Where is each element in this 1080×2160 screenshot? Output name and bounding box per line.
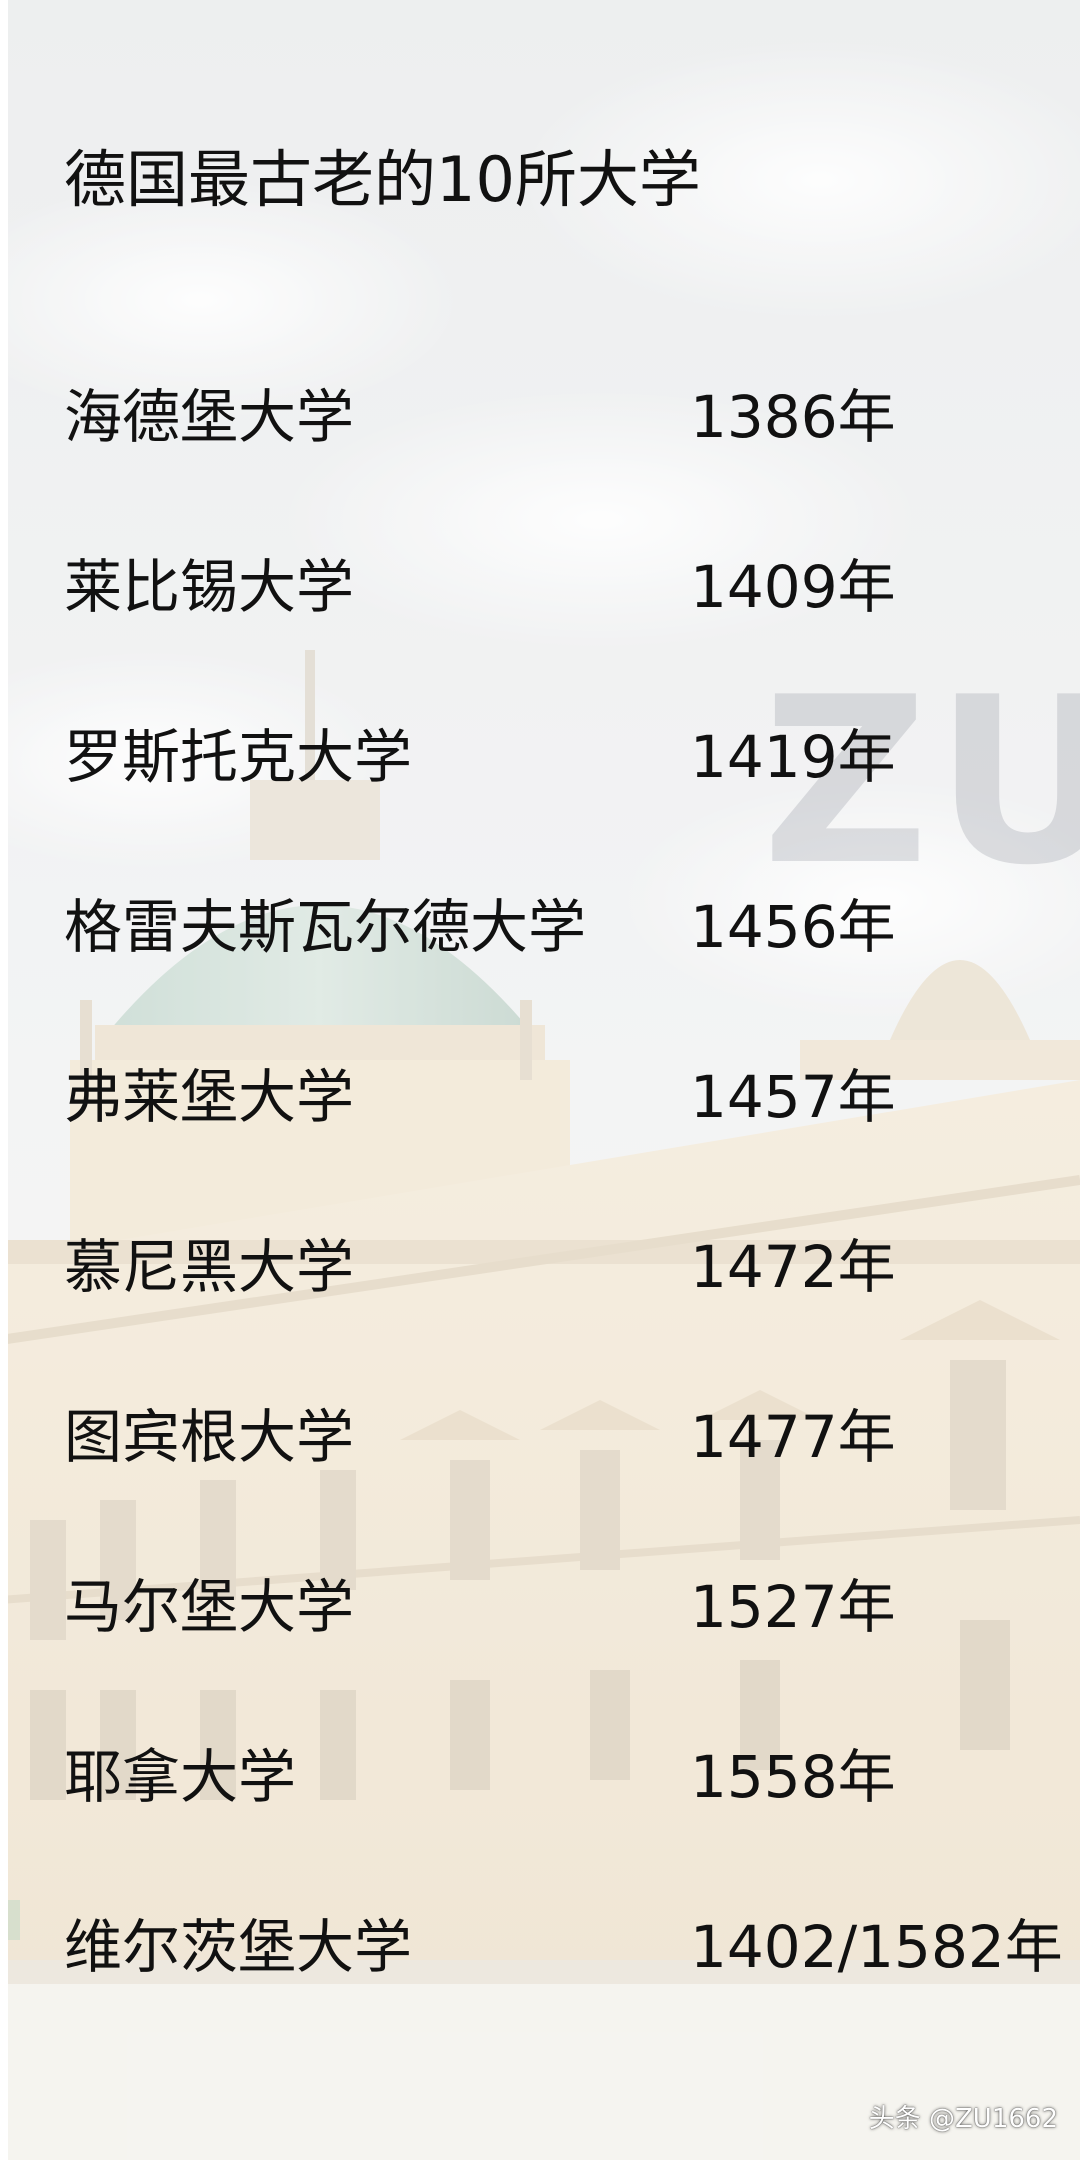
founding-year: 1457年	[690, 1063, 896, 1131]
list-item: 马尔堡大学 1527年	[0, 1562, 1080, 1652]
list-item: 海德堡大学 1386年	[0, 372, 1080, 462]
university-name: 慕尼黑大学	[64, 1233, 355, 1301]
list-item: 罗斯托克大学 1419年	[0, 712, 1080, 802]
founding-year: 1409年	[690, 553, 896, 621]
founding-year: 1527年	[690, 1573, 896, 1641]
list-item: 耶拿大学 1558年	[0, 1732, 1080, 1822]
source-credit: 头条 @ZU1662	[868, 2104, 1058, 2134]
university-name: 莱比锡大学	[64, 553, 355, 621]
university-name: 弗莱堡大学	[64, 1063, 355, 1131]
university-name: 海德堡大学	[64, 383, 355, 451]
list-item: 弗莱堡大学 1457年	[0, 1052, 1080, 1142]
list-item: 维尔茨堡大学 1402/1582年	[0, 1902, 1080, 1992]
university-name: 马尔堡大学	[64, 1573, 355, 1641]
list-item: 格雷夫斯瓦尔德大学 1456年	[0, 882, 1080, 972]
university-name: 耶拿大学	[64, 1743, 297, 1811]
founding-year: 1456年	[690, 893, 896, 961]
university-name: 罗斯托克大学	[64, 723, 413, 791]
university-list: 海德堡大学 1386年 莱比锡大学 1409年 罗斯托克大学 1419年 格雷夫…	[0, 0, 1080, 2160]
university-name: 格雷夫斯瓦尔德大学	[64, 893, 587, 961]
founding-year: 1402/1582年	[690, 1913, 1063, 1981]
list-item: 图宾根大学 1477年	[0, 1392, 1080, 1482]
founding-year: 1477年	[690, 1403, 896, 1471]
university-name: 维尔茨堡大学	[64, 1913, 413, 1981]
founding-year: 1419年	[690, 723, 896, 791]
founding-year: 1386年	[690, 383, 896, 451]
founding-year: 1472年	[690, 1233, 896, 1301]
list-item: 莱比锡大学 1409年	[0, 542, 1080, 632]
university-name: 图宾根大学	[64, 1403, 355, 1471]
founding-year: 1558年	[690, 1743, 896, 1811]
list-item: 慕尼黑大学 1472年	[0, 1222, 1080, 1312]
